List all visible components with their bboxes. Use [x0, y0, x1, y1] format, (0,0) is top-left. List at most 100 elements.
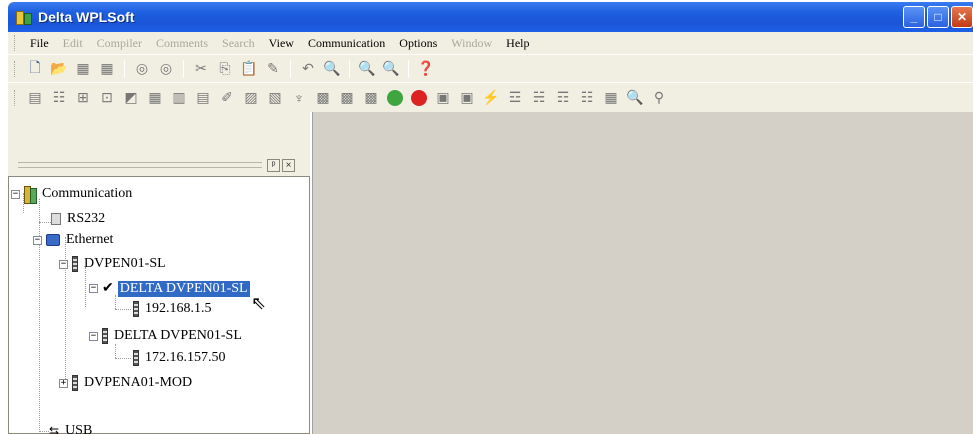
tree-node-ip2[interactable]: 172.16.157.50 [133, 350, 226, 366]
expand-icon[interactable]: + [59, 378, 68, 388]
print-preview-icon[interactable]: ◎ [130, 58, 154, 80]
toolbar-separator [124, 59, 125, 78]
force-icon[interactable]: ⚡ [479, 87, 503, 109]
device-view-icon[interactable]: ◩ [119, 87, 143, 109]
pin-icon[interactable]: ♆ [287, 87, 311, 109]
graph-icon[interactable]: ▧ [263, 87, 287, 109]
comment-view-icon[interactable]: ⊡ [95, 87, 119, 109]
save-icon[interactable]: ▦ [71, 58, 95, 80]
collapse-icon[interactable]: − [89, 284, 98, 293]
tree-label: RS232 [67, 211, 106, 226]
plc-module-icon [102, 328, 108, 344]
toolbar-grip[interactable] [14, 60, 17, 77]
zoom-in-icon[interactable]: 🔍 [355, 58, 379, 80]
undo-icon[interactable]: ↶ [296, 58, 320, 80]
tree-node-ethernet[interactable]: − Ethernet [33, 232, 113, 248]
tree-node-communication[interactable]: − Communication [11, 186, 132, 204]
tree-line [115, 358, 131, 359]
connect-icon[interactable]: ⚲ [647, 87, 671, 109]
run-icon[interactable] [383, 87, 407, 109]
tree-node-usb[interactable]: ⇆ USB [49, 423, 92, 434]
panel-header: ᵖ × [10, 157, 310, 175]
communication-tree: − Communication RS232 − Ethernet − DVPEN… [8, 176, 310, 434]
tree-node-dvpena01[interactable]: + DVPENA01-MOD [59, 375, 192, 391]
new-file-icon[interactable]: 🗋 [23, 58, 47, 80]
compare-icon[interactable]: ▩ [359, 87, 383, 109]
tree-line [115, 309, 131, 310]
menu-communication[interactable]: Communication [301, 36, 392, 51]
edit-icon[interactable]: ✎ [261, 58, 285, 80]
tree-label: 192.168.1.5 [145, 301, 212, 316]
collapse-icon[interactable]: − [11, 189, 20, 199]
tree-line [39, 431, 49, 432]
collapse-icon[interactable]: − [33, 235, 42, 245]
device-monitor-icon[interactable]: ▦ [599, 87, 623, 109]
communication-icon [24, 186, 37, 204]
menu-compiler[interactable]: Compiler [90, 36, 149, 51]
standard-toolbar: 🗋 📂 ▦ ▦ ◎ ◎ ✂ ⎘ 📋 ✎ ↶ 🔍 🔍 🔍 ❓ [8, 54, 973, 82]
register-view-icon[interactable]: ▤ [191, 87, 215, 109]
pin-panel-icon[interactable]: ᵖ [267, 159, 280, 172]
menu-comments[interactable]: Comments [149, 36, 215, 51]
window-title: Delta WPLSoft [38, 9, 135, 25]
toolbar-grip[interactable] [14, 89, 17, 106]
tree-label: DVPEN01-SL [84, 256, 166, 271]
tree-node-rs232[interactable]: RS232 [51, 211, 105, 227]
save-as-icon[interactable]: ▦ [95, 58, 119, 80]
menu-search[interactable]: Search [215, 36, 262, 51]
cut-icon[interactable]: ✂ [189, 58, 213, 80]
menu-file[interactable]: File [23, 36, 56, 51]
maximize-button[interactable]: □ [927, 6, 949, 28]
menu-help[interactable]: Help [499, 36, 536, 51]
search-plc-icon[interactable]: 🔍 [623, 87, 647, 109]
collapse-icon[interactable]: − [59, 259, 68, 269]
sfc-view-icon[interactable]: ⊞ [71, 87, 95, 109]
title-bar: Delta WPLSoft _ □ ✕ [8, 2, 973, 32]
tree-line [115, 344, 116, 358]
instruction-view-icon[interactable]: ☷ [47, 87, 71, 109]
read-plc-icon[interactable]: ▩ [311, 87, 335, 109]
reset-icon[interactable]: ☶ [551, 87, 575, 109]
ladder-view-icon[interactable]: ▤ [23, 87, 47, 109]
table-view-icon[interactable]: ▥ [167, 87, 191, 109]
collapse-icon[interactable]: − [89, 331, 98, 341]
set-off-icon[interactable]: ☵ [527, 87, 551, 109]
paste-icon[interactable]: 📋 [237, 58, 261, 80]
set-on-icon[interactable]: ☲ [503, 87, 527, 109]
menu-options[interactable]: Options [392, 36, 444, 51]
panel-drag-handle[interactable] [18, 162, 262, 168]
tree-label: DELTA DVPEN01-SL [114, 328, 242, 343]
stop-icon[interactable] [407, 87, 431, 109]
chart-icon[interactable]: ▨ [239, 87, 263, 109]
menu-view[interactable]: View [262, 36, 301, 51]
copy-icon[interactable]: ⎘ [213, 58, 237, 80]
network-icon [46, 234, 60, 246]
help-icon[interactable]: ❓ [414, 58, 438, 80]
tree-node-ip1[interactable]: 192.168.1.5 [133, 301, 212, 317]
timer-icon[interactable]: ☷ [575, 87, 599, 109]
monitor-view-icon[interactable]: ▦ [143, 87, 167, 109]
find-icon[interactable]: 🔍 [320, 58, 344, 80]
tree-node-device1[interactable]: − ✔ DELTA DVPEN01-SL [89, 279, 251, 298]
menu-edit[interactable]: Edit [56, 36, 90, 51]
wizard-icon[interactable]: ✐ [215, 87, 239, 109]
plc-module-icon [133, 350, 139, 366]
open-folder-icon[interactable]: 📂 [47, 58, 71, 80]
window-controls: _ □ ✕ [903, 6, 973, 28]
write-plc-icon[interactable]: ▩ [335, 87, 359, 109]
zoom-out-icon[interactable]: 🔍 [379, 58, 403, 80]
tree-label: USB [65, 423, 93, 434]
close-button[interactable]: ✕ [951, 6, 973, 28]
menu-window[interactable]: Window [444, 36, 499, 51]
plc-module-icon [133, 301, 139, 317]
tree-node-dvpen01[interactable]: − DVPEN01-SL [59, 256, 166, 272]
close-panel-icon[interactable]: × [282, 159, 295, 172]
tree-node-device2[interactable]: − DELTA DVPEN01-SL [89, 328, 242, 344]
plc-module-icon [72, 375, 78, 391]
online-mode-icon[interactable]: ▣ [431, 87, 455, 109]
toolbar-separator [290, 59, 291, 78]
minimize-button[interactable]: _ [903, 6, 925, 28]
monitor-icon[interactable]: ▣ [455, 87, 479, 109]
print-icon[interactable]: ◎ [154, 58, 178, 80]
menu-grip[interactable] [14, 35, 17, 51]
